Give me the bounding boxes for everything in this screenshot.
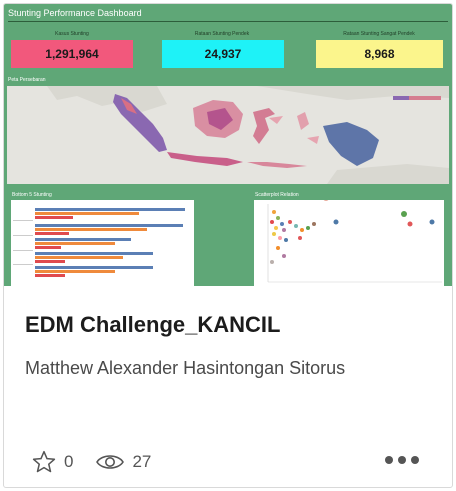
kpi-label-kasus: Kasus Stunting <box>55 31 89 37</box>
views-indicator: 27 <box>95 451 151 473</box>
kpi-label-pendek: Rataan Stunting Pendek <box>194 31 250 37</box>
workbook-author[interactable]: Matthew Alexander Hasintongan Sitorus <box>25 358 345 379</box>
more-dot <box>411 456 419 464</box>
more-horizontal-icon[interactable] <box>385 456 419 464</box>
scatterplot-chart <box>254 195 444 286</box>
scatterplot-title: Scatterplot Relation <box>255 192 299 198</box>
workbook-thumbnail[interactable]: Stunting Performance Dashboard Kasus Stu… <box>4 4 452 286</box>
map-panel <box>7 86 449 184</box>
bottom-stunting-title: Bottom 5 Stunting <box>12 192 52 198</box>
workbook-card[interactable]: Stunting Performance Dashboard Kasus Stu… <box>3 3 453 488</box>
card-footer: 0 27 <box>31 448 151 476</box>
kpi-kasus-stunting: 1,291,964 <box>11 40 133 68</box>
dashboard-title: Stunting Performance Dashboard <box>8 8 142 18</box>
views-count: 27 <box>132 452 152 471</box>
star-outline-icon[interactable] <box>31 449 57 475</box>
favorite-button[interactable]: 0 <box>31 449 73 475</box>
workbook-title[interactable]: EDM Challenge_KANCIL <box>25 312 280 338</box>
more-dot <box>398 456 406 464</box>
eye-icon <box>95 451 125 473</box>
kpi-label-sangat-pendek: Rataan Stunting Sangat Pendek <box>343 31 415 37</box>
bottom-stunting-chart <box>11 200 194 286</box>
scatterplot-preview <box>267 195 442 283</box>
kpi-rataan-sangat-pendek: 8,968 <box>316 40 443 68</box>
favorites-count: 0 <box>64 452 74 471</box>
map-title: Peta Persebaran <box>8 77 46 83</box>
kpi-rataan-pendek: 24,937 <box>162 40 284 68</box>
more-dot <box>385 456 393 464</box>
bar-chart-preview <box>13 208 185 277</box>
dashboard-divider <box>8 21 448 22</box>
indonesia-map <box>7 86 449 184</box>
